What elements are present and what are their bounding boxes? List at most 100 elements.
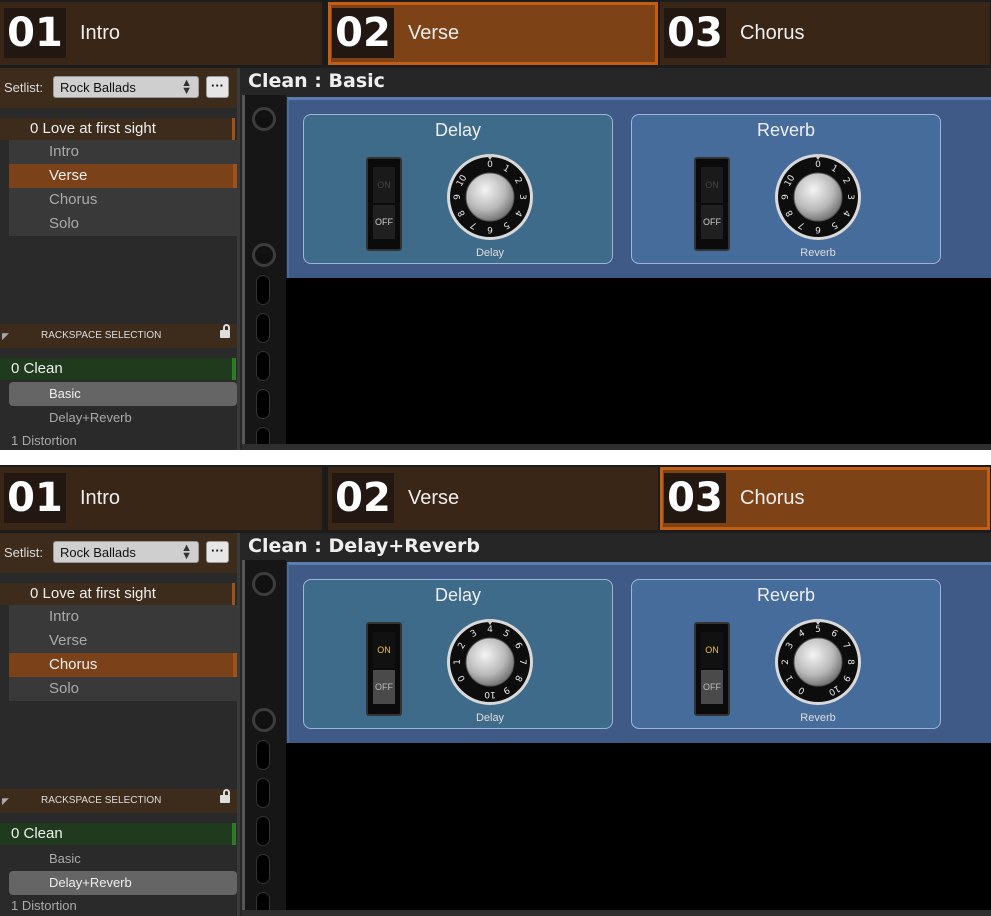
- delay-knob[interactable]: 0 1 2 3 4 5 6 7 8 9 10 Delay: [446, 618, 534, 724]
- switch-off-label: OFF: [373, 670, 395, 704]
- variation-item[interactable]: Delay+Reverb: [9, 871, 237, 895]
- delay-title: Delay: [434, 120, 482, 140]
- knob-tick-label: 0: [815, 160, 821, 170]
- variation-label: Delay+Reverb: [49, 410, 132, 425]
- part-number: 03: [664, 8, 726, 58]
- song-part-tab[interactable]: 02 Verse: [328, 467, 658, 530]
- setlist-select[interactable]: Rock Ballads ▲ ▼: [53, 76, 199, 98]
- setlist-more-button[interactable]: ···: [206, 76, 229, 98]
- rackspace-item[interactable]: 0 Clean: [0, 358, 236, 380]
- rack-screw-hole: [252, 708, 276, 732]
- variation-label: Delay+Reverb: [49, 875, 132, 890]
- knob-tick-label: 3: [517, 194, 527, 200]
- song-part-item[interactable]: Chorus: [9, 653, 237, 677]
- song-part-label: Solo: [49, 215, 80, 232]
- part-name: Verse: [408, 487, 460, 509]
- song-name: 0 Love at first sight: [30, 585, 156, 602]
- delay-switch[interactable]: ON OFF: [366, 157, 402, 251]
- song-part-item[interactable]: Solo: [9, 677, 237, 701]
- song-item[interactable]: 0 Love at first sight: [0, 583, 235, 605]
- rackspace-item-next[interactable]: 1 Distortion: [11, 898, 77, 913]
- knob-tick-label: 4: [487, 625, 493, 635]
- rack-empty-area: [286, 278, 991, 444]
- knob-tick-label: 3: [845, 194, 855, 200]
- knob-tick-label: 9: [781, 194, 791, 200]
- reverb-knob[interactable]: 0 1 2 3 4 5 6 7 8 9 10 Reverb: [774, 618, 862, 724]
- rack-slot: [256, 778, 270, 808]
- song-item[interactable]: 0 Love at first sight: [0, 118, 235, 140]
- rackspace-item[interactable]: 0 Clean: [0, 823, 236, 845]
- sidebar: Setlist: Rock Ballads ▲ ▼ ··· 0 Love at f…: [0, 68, 240, 450]
- rackspace-item-next[interactable]: 1 Distortion: [11, 433, 77, 448]
- knob-tick-label: 6: [487, 224, 493, 234]
- collapse-triangle-icon[interactable]: ◤: [2, 789, 9, 813]
- switch-on-label: ON: [373, 167, 395, 203]
- knob-tick-label: 2: [781, 659, 791, 665]
- switch-on-label: ON: [701, 632, 723, 668]
- reverb-knob-label: Reverb: [800, 712, 836, 724]
- delay-module: Delay ON OFF 0 1 2 3 4 5 6 7 8 9 10 Delay: [303, 579, 613, 729]
- delay-knob[interactable]: 0 1 2 3 4 5 6 7 8 9 10 Delay: [446, 153, 534, 259]
- song-parts-bar: 01 Intro 02 Verse 03 Chorus: [0, 0, 991, 68]
- knob-tick-label: 1: [453, 659, 463, 665]
- delay-knob-label: Delay: [475, 247, 505, 259]
- song-part-label: Intro: [49, 143, 80, 160]
- setlist-select[interactable]: Rock Ballads ▲ ▼: [53, 541, 199, 563]
- variation-label: Basic: [49, 851, 81, 866]
- rack-slot: [256, 275, 270, 305]
- song-part-item[interactable]: Intro: [9, 605, 237, 629]
- song-part-item[interactable]: Intro: [9, 140, 237, 164]
- variation-item[interactable]: Delay+Reverb: [9, 406, 237, 430]
- reverb-knob-label: Reverb: [800, 247, 836, 259]
- rack-empty-area: [286, 743, 991, 910]
- screen-bottom: 01 Intro 02 Verse 03 Chorus Setlist: Roc…: [0, 465, 991, 916]
- song-part-tab[interactable]: 01 Intro: [0, 467, 322, 530]
- setlist-more-button[interactable]: ···: [206, 541, 229, 563]
- variation-label: Basic: [49, 386, 81, 401]
- setlist-bar: Setlist: Rock Ballads ▲ ▼ ···: [0, 533, 238, 573]
- setlist-bar: Setlist: Rock Ballads ▲ ▼ ···: [0, 68, 238, 108]
- song-part-tab[interactable]: 03 Chorus: [660, 467, 990, 530]
- delay-knob-svg: 012345678910: [447, 619, 533, 705]
- switch-on-label: ON: [373, 632, 395, 668]
- switch-off-label: OFF: [373, 205, 395, 239]
- knob-tick-label: 5: [815, 625, 821, 635]
- rack-rail: [242, 560, 286, 916]
- knob-tick-label: 0: [487, 160, 493, 170]
- collapse-triangle-icon[interactable]: ◤: [2, 324, 9, 348]
- song-part-item[interactable]: Chorus: [9, 188, 237, 212]
- rack-screw-hole: [252, 243, 276, 267]
- rack-screw-hole: [252, 572, 276, 596]
- song-part-label: Verse: [49, 167, 88, 184]
- song-part-item[interactable]: Verse: [9, 164, 237, 188]
- switch-on-label: ON: [701, 167, 723, 203]
- song-part-item[interactable]: Verse: [9, 629, 237, 653]
- song-part-label: Chorus: [49, 656, 98, 673]
- delay-switch[interactable]: ON OFF: [366, 622, 402, 716]
- reverb-switch[interactable]: ON OFF: [694, 157, 730, 251]
- part-number: 01: [4, 8, 66, 58]
- variation-item[interactable]: Basic: [9, 847, 237, 871]
- knob-tick-label: 9: [453, 194, 463, 200]
- song-part-item[interactable]: Solo: [9, 212, 237, 236]
- rack-slot: [256, 854, 270, 884]
- rackspace-selection-header[interactable]: ◤ RACKSPACE SELECTION: [0, 324, 238, 348]
- unlock-icon[interactable]: [220, 789, 230, 803]
- rackspace-header-label: RACKSPACE SELECTION: [41, 330, 162, 341]
- plugin-panel: Delay ON OFF 0 1 2 3 4 5 6 7 8 9 10 Delay Reverb O…: [287, 562, 991, 746]
- variation-item[interactable]: Basic: [9, 382, 237, 406]
- part-number: 02: [332, 473, 394, 523]
- delay-knob-label: Delay: [475, 712, 505, 724]
- rackspace-selection-header[interactable]: ◤ RACKSPACE SELECTION: [0, 789, 238, 813]
- bottom-scrollbar[interactable]: [242, 910, 991, 916]
- song-part-tab[interactable]: 03 Chorus: [660, 2, 990, 65]
- song-part-tab[interactable]: 01 Intro: [0, 2, 322, 65]
- unlock-icon[interactable]: [220, 324, 230, 338]
- bottom-scrollbar[interactable]: [242, 444, 991, 450]
- song-part-tab[interactable]: 02 Verse: [328, 2, 658, 65]
- rackspace-title: Clean : Basic: [248, 70, 385, 92]
- rack-slot: [256, 740, 270, 770]
- reverb-switch[interactable]: ON OFF: [694, 622, 730, 716]
- reverb-knob[interactable]: 0 1 2 3 4 5 6 7 8 9 10 Reverb: [774, 153, 862, 259]
- rack-slot: [256, 389, 270, 419]
